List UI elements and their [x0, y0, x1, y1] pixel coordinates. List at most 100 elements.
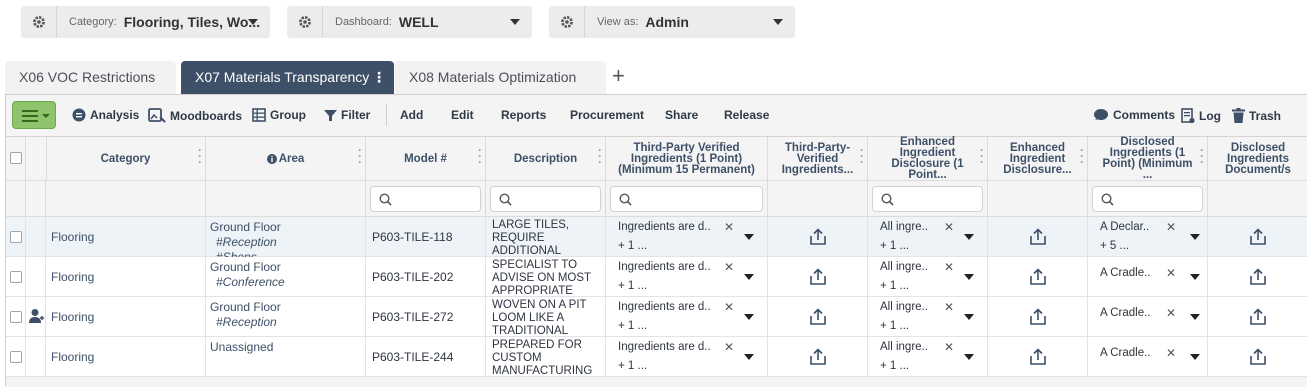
chevron-down-icon[interactable]	[1190, 314, 1200, 320]
area-cell[interactable]: Unassigned	[206, 337, 366, 377]
table-row[interactable]: Flooring Unassigned P603-TILE-244 Prepared …	[6, 337, 1307, 377]
column-header-disclosed-ingredients[interactable]: Disclosed Ingredients (1 Point) (Minimum…	[1088, 136, 1208, 181]
table-row[interactable]: Flooring Ground Floor #Conference P603-TILE…	[6, 257, 1307, 297]
upload-icon[interactable]	[1029, 268, 1047, 289]
remove-icon[interactable]: ✕	[1166, 220, 1176, 234]
enhanced-cell[interactable]: All ingre.. ✕ + 1 ...	[868, 257, 988, 297]
chevron-down-icon[interactable]	[1190, 274, 1200, 280]
row-checkbox[interactable]	[10, 271, 22, 283]
column-header-description[interactable]: Description · · ·	[486, 137, 606, 181]
remove-icon[interactable]: ✕	[724, 220, 734, 234]
remove-icon[interactable]: ✕	[944, 340, 954, 354]
category-dropdown[interactable]: Category: Flooring, Tiles, Wo...	[21, 6, 270, 38]
more-values[interactable]: + 1 ...	[618, 280, 647, 292]
share-button[interactable]: Share	[665, 108, 698, 122]
category-cell[interactable]: Flooring	[46, 257, 206, 297]
description-search-input[interactable]	[490, 186, 601, 212]
group-button[interactable]: Group	[252, 108, 306, 122]
kebab-menu-icon[interactable]: ⋮	[372, 61, 386, 93]
upload-icon[interactable]	[809, 228, 827, 249]
user-assign-icon[interactable]	[29, 308, 44, 324]
gear-icon[interactable]	[287, 6, 323, 38]
column-header-area[interactable]: Area · · ·	[206, 137, 366, 181]
more-values[interactable]: + 1 ...	[618, 240, 647, 252]
add-tab-button[interactable]: +	[612, 63, 625, 89]
chevron-down-icon[interactable]	[964, 354, 974, 360]
table-row[interactable]: Flooring Ground Floor #Reception #Shops P603…	[6, 217, 1307, 257]
gear-icon[interactable]	[21, 6, 57, 38]
column-header-disclosed-docs[interactable]: Disclosed Ingredients Document/s	[1208, 137, 1307, 181]
column-menu-icon[interactable]: · · ·	[1200, 144, 1204, 168]
select-all-checkbox[interactable]	[10, 152, 22, 164]
enhanced-cell[interactable]: All ingre.. ✕ + 1 ...	[868, 337, 988, 377]
tab-x08[interactable]: X08 Materials Optimization	[395, 61, 606, 94]
area-cell[interactable]: Ground Floor #Reception #Shops	[206, 217, 366, 257]
upload-icon[interactable]	[1249, 228, 1267, 249]
description-cell[interactable]: Woven on a pit loom like a traditional	[486, 297, 606, 337]
gear-icon[interactable]	[549, 6, 585, 38]
area-tag[interactable]: #Shops	[210, 250, 365, 257]
upload-icon[interactable]	[1029, 348, 1047, 369]
upload-icon[interactable]	[1029, 308, 1047, 329]
column-header-enhanced-disclosure[interactable]: Enhanced Ingredient Disclosure (1 Point.…	[868, 136, 988, 181]
remove-icon[interactable]: ✕	[724, 260, 734, 274]
log-button[interactable]: Log	[1181, 108, 1221, 124]
column-header-third-party-verified[interactable]: Third-Party Verified Ingredients (1 Poin…	[606, 137, 768, 181]
area-tag[interactable]: #Reception	[210, 235, 365, 250]
more-values[interactable]: + 1 ...	[880, 360, 909, 372]
disclosed-cell[interactable]: A Cradle.. ✕	[1088, 297, 1208, 337]
model-cell[interactable]: P603-TILE-202	[366, 257, 486, 297]
column-header-third-party-docs[interactable]: Third-Party-Verified Ingredients... · · ·	[768, 137, 868, 181]
remove-icon[interactable]: ✕	[1166, 306, 1176, 320]
filter-button[interactable]: Filter	[324, 108, 370, 122]
enhanced-cell[interactable]: All ingre.. ✕ + 1 ...	[868, 297, 988, 337]
description-cell[interactable]: Specialist to advise on most appropriate	[486, 257, 606, 297]
chevron-down-icon[interactable]	[744, 354, 754, 360]
upload-icon[interactable]	[809, 268, 827, 289]
edit-button[interactable]: Edit	[451, 108, 474, 122]
remove-icon[interactable]: ✕	[724, 340, 734, 354]
model-cell[interactable]: P603-TILE-272	[366, 297, 486, 337]
upload-icon[interactable]	[1029, 228, 1047, 249]
category-cell[interactable]: Flooring	[46, 337, 206, 377]
column-menu-icon[interactable]: · · ·	[598, 144, 602, 168]
row-checkbox[interactable]	[10, 231, 22, 243]
model-cell[interactable]: P603-TILE-244	[366, 337, 486, 377]
third-party-cell[interactable]: Ingredients are d.. ✕ + 1 ...	[606, 257, 768, 297]
trash-button[interactable]: Trash	[1232, 108, 1281, 123]
disclosed-cell[interactable]: A Cradle.. ✕	[1088, 257, 1208, 297]
enhanced-cell[interactable]: All ingre.. ✕ + 1 ...	[868, 217, 988, 257]
column-header-category[interactable]: Category · · ·	[46, 137, 206, 181]
column-menu-icon[interactable]: · · ·	[358, 144, 362, 168]
chevron-down-icon[interactable]	[744, 274, 754, 280]
view-as-dropdown[interactable]: View as: Admin	[549, 6, 795, 38]
row-checkbox[interactable]	[10, 351, 22, 363]
add-button[interactable]: Add	[400, 108, 423, 122]
procurement-button[interactable]: Procurement	[570, 108, 644, 122]
description-cell[interactable]: Prepared for custom manufacturing	[486, 337, 606, 377]
upload-icon[interactable]	[1249, 268, 1267, 289]
remove-icon[interactable]: ✕	[944, 220, 954, 234]
area-cell[interactable]: Ground Floor #Reception	[206, 297, 366, 337]
enhanced-search-input[interactable]	[872, 186, 983, 212]
remove-icon[interactable]: ✕	[724, 300, 734, 314]
disclosed-cell[interactable]: A Declar.. ✕ + 5 ...	[1088, 217, 1208, 257]
chevron-down-icon[interactable]	[964, 274, 974, 280]
disclosed-cell[interactable]: A Cradle.. ✕	[1088, 337, 1208, 377]
remove-icon[interactable]: ✕	[944, 300, 954, 314]
chevron-down-icon[interactable]	[744, 314, 754, 320]
release-button[interactable]: Release	[724, 108, 769, 122]
moodboards-button[interactable]: Moodboards	[148, 108, 242, 124]
more-values[interactable]: + 1 ...	[618, 360, 647, 372]
more-values[interactable]: + 1 ...	[880, 320, 909, 332]
more-values[interactable]: + 1 ...	[880, 280, 909, 292]
column-header-enhanced-docs[interactable]: Enhanced Ingredient Disclosure... · · ·	[988, 137, 1088, 181]
chevron-down-icon[interactable]	[1190, 354, 1200, 360]
column-menu-icon[interactable]: · · ·	[198, 144, 202, 168]
more-values[interactable]: + 5 ...	[1100, 240, 1129, 252]
model-cell[interactable]: P603-TILE-118	[366, 217, 486, 257]
remove-icon[interactable]: ✕	[944, 260, 954, 274]
chevron-down-icon[interactable]	[1190, 234, 1200, 240]
area-tag[interactable]: #Reception	[210, 315, 365, 330]
hamburger-menu-button[interactable]	[12, 101, 56, 129]
